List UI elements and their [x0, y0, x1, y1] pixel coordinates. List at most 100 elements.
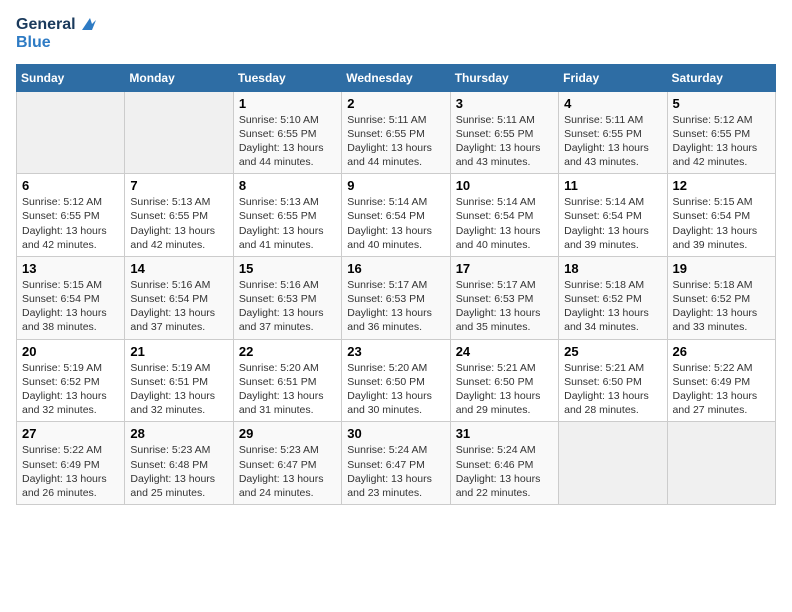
calendar-day-cell: 5 Sunrise: 5:12 AM Sunset: 6:55 PM Daylig…	[667, 91, 775, 174]
day-number: 29	[239, 426, 336, 441]
day-info: Sunrise: 5:22 AM Sunset: 6:49 PM Dayligh…	[673, 361, 770, 418]
day-info: Sunrise: 5:23 AM Sunset: 6:48 PM Dayligh…	[130, 443, 227, 500]
day-info: Sunrise: 5:18 AM Sunset: 6:52 PM Dayligh…	[564, 278, 661, 335]
day-info: Sunrise: 5:12 AM Sunset: 6:55 PM Dayligh…	[22, 195, 119, 252]
calendar-day-cell: 13 Sunrise: 5:15 AM Sunset: 6:54 PM Dayli…	[17, 256, 125, 339]
day-info: Sunrise: 5:19 AM Sunset: 6:52 PM Dayligh…	[22, 361, 119, 418]
day-number: 20	[22, 344, 119, 359]
calendar-day-cell: 23 Sunrise: 5:20 AM Sunset: 6:50 PM Dayli…	[342, 339, 450, 422]
day-number: 24	[456, 344, 553, 359]
day-number: 16	[347, 261, 444, 276]
calendar-day-cell: 15Sunrise: 5:16 AM Sunset: 6:53 PM Dayli…	[233, 256, 341, 339]
calendar-week-row: 1Sunrise: 5:10 AM Sunset: 6:55 PM Daylig…	[17, 91, 776, 174]
calendar-day-cell: 27 Sunrise: 5:22 AM Sunset: 6:49 PM Dayli…	[17, 422, 125, 505]
logo-bird-icon	[78, 16, 96, 34]
calendar-day-cell: 21 Sunrise: 5:19 AM Sunset: 6:51 PM Dayli…	[125, 339, 233, 422]
calendar-day-cell	[17, 91, 125, 174]
calendar-day-cell: 4 Sunrise: 5:11 AM Sunset: 6:55 PM Daylig…	[559, 91, 667, 174]
logo-wordmark: General Blue	[16, 16, 96, 52]
calendar-day-cell: 10 Sunrise: 5:14 AM Sunset: 6:54 PM Dayli…	[450, 174, 558, 257]
day-of-week-header: Tuesday	[233, 64, 341, 91]
calendar-day-cell: 14Sunrise: 5:16 AM Sunset: 6:54 PM Dayli…	[125, 256, 233, 339]
calendar-day-cell: 28 Sunrise: 5:23 AM Sunset: 6:48 PM Dayli…	[125, 422, 233, 505]
calendar-day-cell: 8 Sunrise: 5:13 AM Sunset: 6:55 PM Daylig…	[233, 174, 341, 257]
day-number: 27	[22, 426, 119, 441]
day-number: 8	[239, 178, 336, 193]
calendar-day-cell: 20 Sunrise: 5:19 AM Sunset: 6:52 PM Dayli…	[17, 339, 125, 422]
day-info: Sunrise: 5:17 AM Sunset: 6:53 PM Dayligh…	[347, 278, 444, 335]
day-info: Sunrise: 5:16 AM Sunset: 6:53 PM Dayligh…	[239, 278, 336, 335]
day-number: 31	[456, 426, 553, 441]
day-info: Sunrise: 5:15 AM Sunset: 6:54 PM Dayligh…	[22, 278, 119, 335]
day-info: Sunrise: 5:22 AM Sunset: 6:49 PM Dayligh…	[22, 443, 119, 500]
day-number: 9	[347, 178, 444, 193]
day-info: Sunrise: 5:13 AM Sunset: 6:55 PM Dayligh…	[239, 195, 336, 252]
page-header: General Blue	[16, 16, 776, 52]
calendar-day-cell: 22 Sunrise: 5:20 AM Sunset: 6:51 PM Dayli…	[233, 339, 341, 422]
day-info: Sunrise: 5:17 AM Sunset: 6:53 PM Dayligh…	[456, 278, 553, 335]
day-number: 19	[673, 261, 770, 276]
calendar-day-cell: 19Sunrise: 5:18 AM Sunset: 6:52 PM Dayli…	[667, 256, 775, 339]
day-number: 21	[130, 344, 227, 359]
day-info: Sunrise: 5:24 AM Sunset: 6:47 PM Dayligh…	[347, 443, 444, 500]
calendar-day-cell: 17 Sunrise: 5:17 AM Sunset: 6:53 PM Dayli…	[450, 256, 558, 339]
calendar-week-row: 6 Sunrise: 5:12 AM Sunset: 6:55 PM Daylig…	[17, 174, 776, 257]
day-number: 3	[456, 96, 553, 111]
day-of-week-header: Saturday	[667, 64, 775, 91]
day-number: 26	[673, 344, 770, 359]
day-number: 17	[456, 261, 553, 276]
calendar-day-cell	[125, 91, 233, 174]
day-number: 23	[347, 344, 444, 359]
day-number: 10	[456, 178, 553, 193]
calendar-week-row: 27 Sunrise: 5:22 AM Sunset: 6:49 PM Dayli…	[17, 422, 776, 505]
calendar-day-cell: 25 Sunrise: 5:21 AM Sunset: 6:50 PM Dayli…	[559, 339, 667, 422]
day-of-week-header: Friday	[559, 64, 667, 91]
day-info: Sunrise: 5:11 AM Sunset: 6:55 PM Dayligh…	[347, 113, 444, 170]
day-number: 4	[564, 96, 661, 111]
day-info: Sunrise: 5:20 AM Sunset: 6:50 PM Dayligh…	[347, 361, 444, 418]
day-info: Sunrise: 5:11 AM Sunset: 6:55 PM Dayligh…	[564, 113, 661, 170]
calendar-day-cell: 24 Sunrise: 5:21 AM Sunset: 6:50 PM Dayli…	[450, 339, 558, 422]
calendar-week-row: 20 Sunrise: 5:19 AM Sunset: 6:52 PM Dayli…	[17, 339, 776, 422]
day-of-week-header: Monday	[125, 64, 233, 91]
day-info: Sunrise: 5:14 AM Sunset: 6:54 PM Dayligh…	[456, 195, 553, 252]
calendar-header: SundayMondayTuesdayWednesdayThursdayFrid…	[17, 64, 776, 91]
calendar-day-cell: 9Sunrise: 5:14 AM Sunset: 6:54 PM Daylig…	[342, 174, 450, 257]
logo: General Blue	[16, 16, 96, 52]
day-info: Sunrise: 5:19 AM Sunset: 6:51 PM Dayligh…	[130, 361, 227, 418]
day-number: 1	[239, 96, 336, 111]
day-number: 18	[564, 261, 661, 276]
days-of-week-row: SundayMondayTuesdayWednesdayThursdayFrid…	[17, 64, 776, 91]
day-info: Sunrise: 5:12 AM Sunset: 6:55 PM Dayligh…	[673, 113, 770, 170]
day-number: 5	[673, 96, 770, 111]
calendar-body: 1Sunrise: 5:10 AM Sunset: 6:55 PM Daylig…	[17, 91, 776, 504]
calendar-day-cell: 31 Sunrise: 5:24 AM Sunset: 6:46 PM Dayli…	[450, 422, 558, 505]
day-info: Sunrise: 5:21 AM Sunset: 6:50 PM Dayligh…	[564, 361, 661, 418]
day-number: 14	[130, 261, 227, 276]
day-of-week-header: Sunday	[17, 64, 125, 91]
day-info: Sunrise: 5:15 AM Sunset: 6:54 PM Dayligh…	[673, 195, 770, 252]
calendar-day-cell: 1Sunrise: 5:10 AM Sunset: 6:55 PM Daylig…	[233, 91, 341, 174]
day-of-week-header: Wednesday	[342, 64, 450, 91]
day-info: Sunrise: 5:23 AM Sunset: 6:47 PM Dayligh…	[239, 443, 336, 500]
calendar-day-cell: 26 Sunrise: 5:22 AM Sunset: 6:49 PM Dayli…	[667, 339, 775, 422]
calendar-day-cell	[667, 422, 775, 505]
day-number: 6	[22, 178, 119, 193]
day-info: Sunrise: 5:21 AM Sunset: 6:50 PM Dayligh…	[456, 361, 553, 418]
calendar-day-cell: 6 Sunrise: 5:12 AM Sunset: 6:55 PM Daylig…	[17, 174, 125, 257]
day-number: 25	[564, 344, 661, 359]
day-number: 7	[130, 178, 227, 193]
day-info: Sunrise: 5:20 AM Sunset: 6:51 PM Dayligh…	[239, 361, 336, 418]
day-info: Sunrise: 5:14 AM Sunset: 6:54 PM Dayligh…	[564, 195, 661, 252]
calendar-day-cell: 30Sunrise: 5:24 AM Sunset: 6:47 PM Dayli…	[342, 422, 450, 505]
calendar-table: SundayMondayTuesdayWednesdayThursdayFrid…	[16, 64, 776, 505]
day-number: 28	[130, 426, 227, 441]
day-number: 11	[564, 178, 661, 193]
calendar-day-cell: 2Sunrise: 5:11 AM Sunset: 6:55 PM Daylig…	[342, 91, 450, 174]
calendar-day-cell: 16 Sunrise: 5:17 AM Sunset: 6:53 PM Dayli…	[342, 256, 450, 339]
day-info: Sunrise: 5:24 AM Sunset: 6:46 PM Dayligh…	[456, 443, 553, 500]
day-info: Sunrise: 5:13 AM Sunset: 6:55 PM Dayligh…	[130, 195, 227, 252]
day-number: 12	[673, 178, 770, 193]
day-number: 22	[239, 344, 336, 359]
day-number: 13	[22, 261, 119, 276]
